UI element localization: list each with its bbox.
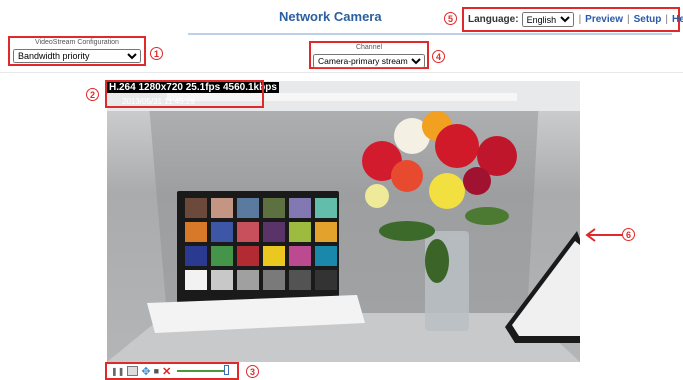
annotation-6: 6 — [622, 228, 635, 241]
videostream-config: VideoStream Configuration Bandwidth prio… — [8, 36, 146, 66]
pause-icon[interactable]: ❚❚ — [111, 367, 124, 376]
snapshot-icon[interactable] — [127, 366, 139, 376]
annotation-5: 5 — [444, 12, 457, 25]
volume-slider-knob[interactable] — [224, 365, 230, 375]
preview-link[interactable]: Preview — [585, 14, 623, 25]
language-select[interactable]: English — [521, 12, 574, 27]
annotation-2: 2 — [86, 88, 99, 101]
annotation-4: 4 — [432, 50, 445, 63]
page-title: Network Camera — [279, 9, 382, 24]
camera-scene — [107, 81, 580, 362]
annotation-3: 3 — [246, 365, 259, 378]
setup-link[interactable]: Setup — [634, 14, 662, 25]
channel-config: Channel Camera-primary stream — [309, 41, 429, 69]
channel-caption: Channel — [355, 44, 383, 51]
videostream-select[interactable]: Bandwidth priority — [13, 49, 141, 63]
channel-select[interactable]: Camera-primary stream — [313, 54, 425, 68]
record-icon[interactable]: ■ — [154, 366, 159, 376]
annotation-1: 1 — [150, 47, 163, 60]
osd-highlight — [105, 80, 264, 108]
control-bar: ❚❚ ✥ ■ ✕ — [105, 362, 239, 380]
stop-icon[interactable]: ✕ — [162, 365, 171, 378]
help-link[interactable]: Help — [672, 14, 683, 25]
ptz-arrows-icon[interactable]: ✥ — [141, 365, 150, 378]
header-divider — [188, 33, 672, 35]
separator: | — [665, 14, 668, 25]
video-view[interactable] — [107, 81, 580, 362]
toolbar-divider — [0, 72, 683, 73]
language-bar: Language: English | Preview | Setup | He… — [462, 7, 683, 32]
videostream-caption: VideoStream Configuration — [35, 39, 119, 46]
separator: | — [626, 14, 630, 25]
language-label: Language: — [468, 14, 519, 25]
annotation-arrow-icon — [585, 228, 623, 242]
volume-slider[interactable] — [177, 365, 230, 375]
separator: | — [578, 14, 582, 25]
